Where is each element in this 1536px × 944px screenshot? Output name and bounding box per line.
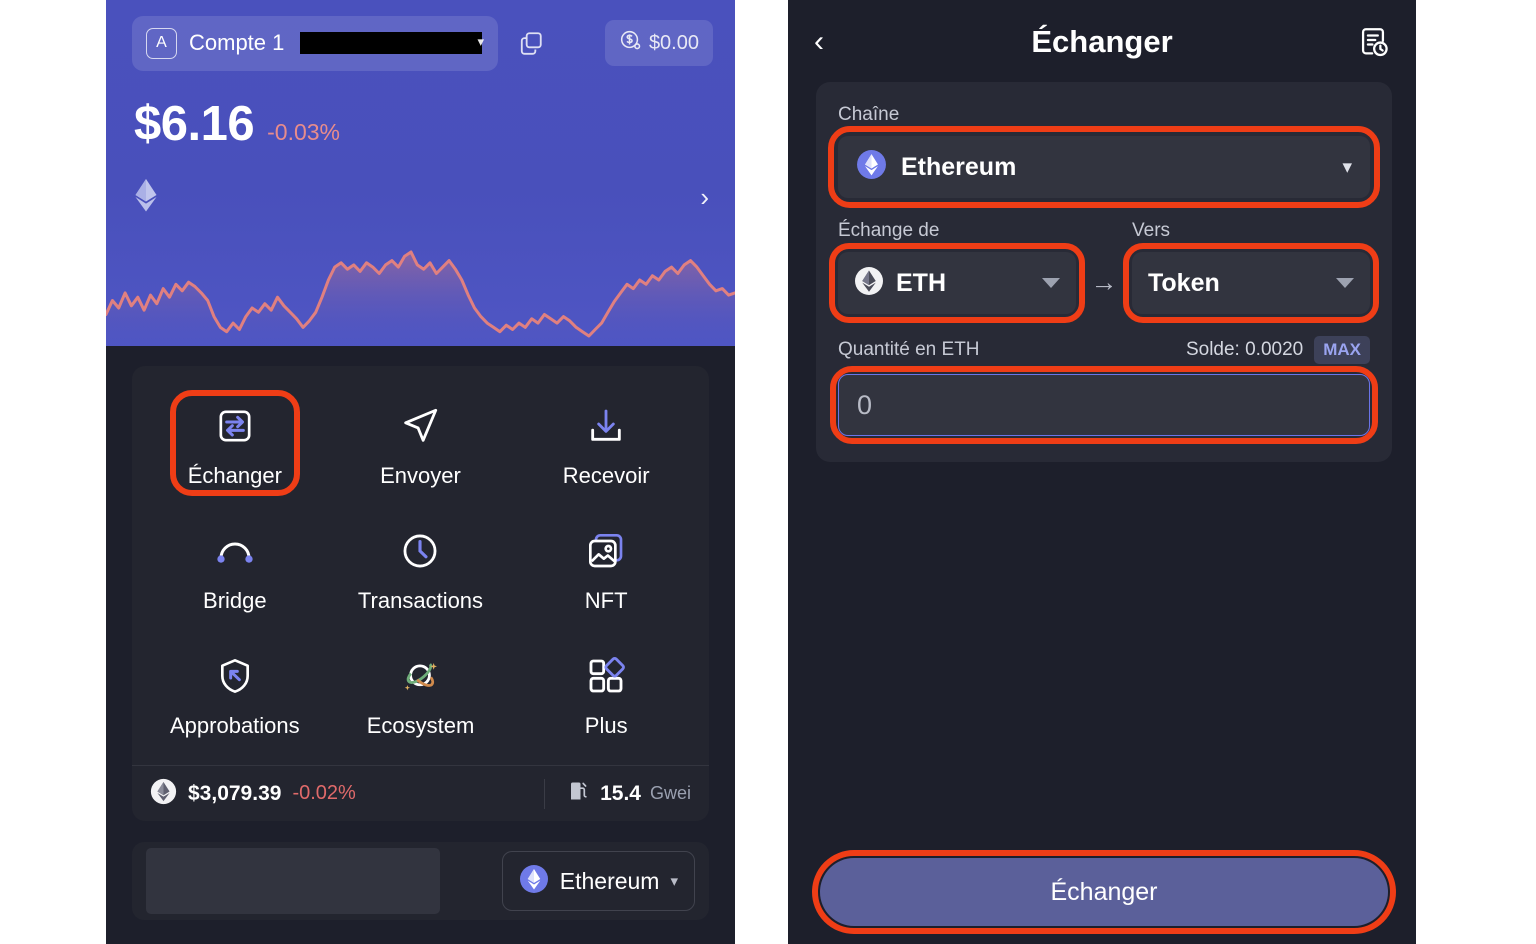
action-label: Échanger — [187, 463, 282, 488]
quantity-input-wrap: 0 — [830, 366, 1378, 444]
max-button[interactable]: MAX — [1314, 336, 1370, 364]
action-label: Approbations — [170, 713, 300, 738]
grid-plus-icon — [586, 654, 626, 698]
action-transactions[interactable]: Transactions — [328, 521, 514, 622]
account-selector[interactable]: A Compte 1 ▾ — [132, 15, 498, 71]
swap-screen: ‹ Échanger Chaîne Ethereum ▾ Échange de … — [788, 0, 1416, 944]
screenshot-stage: A Compte 1 ▾ $0.00 $6.16 -0.03% › Échang… — [0, 0, 1536, 944]
network-name: Ethereum — [559, 867, 660, 894]
quantity-label: Quantité en ETH — [838, 339, 980, 360]
action-label: Recevoir — [562, 463, 650, 488]
ethereum-circle-icon — [150, 778, 177, 810]
action-nft[interactable]: NFT — [513, 521, 699, 622]
network-footer: Ethereum ▾ — [132, 842, 709, 920]
action-send[interactable]: Envoyer — [328, 396, 514, 497]
action-label: Ecosystem — [366, 713, 475, 738]
to-token-value: Token — [1148, 268, 1220, 297]
swap-to-group: Vers Token — [1123, 220, 1379, 323]
swap-cta-wrap: Échanger — [812, 850, 1396, 934]
ethereum-circle-icon — [856, 149, 887, 185]
transaction-history-icon[interactable] — [1356, 25, 1390, 59]
from-label: Échange de — [838, 220, 940, 241]
balance-amount: $6.16 — [134, 97, 255, 151]
caret-down-icon — [1042, 278, 1060, 288]
swap-pair-row: Échange de ETH → Vers Token — [829, 220, 1379, 323]
fiat-balance-value: $0.00 — [648, 31, 699, 54]
gas-unit: Gwei — [649, 783, 691, 803]
action-label: Plus — [584, 713, 628, 738]
network-selector[interactable]: Ethereum ▾ — [501, 851, 695, 911]
action-bridge[interactable]: Bridge — [142, 521, 328, 622]
actions-card: Échanger Envoyer Recevoir Bridge Transac… — [132, 366, 709, 821]
chain-value: Ethereum — [901, 152, 1017, 181]
action-label: Bridge — [203, 588, 267, 613]
page-title: Échanger — [1031, 24, 1173, 59]
send-icon — [399, 404, 441, 448]
action-label: NFT — [584, 588, 628, 613]
quantity-header: Quantité en ETH Solde: 0.0020 MAX — [838, 336, 1370, 364]
dollar-percent-icon — [619, 29, 642, 58]
action-more[interactable]: Plus — [513, 646, 699, 747]
footer-placeholder — [146, 848, 440, 914]
account-address-redacted — [300, 32, 482, 54]
from-token-selector[interactable]: ETH — [829, 243, 1085, 323]
chevron-left-icon[interactable]: ‹ — [814, 27, 824, 57]
eth-price-change: -0.02% — [292, 782, 356, 804]
copy-icon[interactable] — [518, 30, 544, 56]
quantity-balance-group: Solde: 0.0020 MAX — [1186, 336, 1370, 364]
chevron-right-icon[interactable]: › — [700, 182, 709, 213]
balance-sparkline — [106, 250, 735, 346]
ethereum-diamond-icon — [134, 178, 158, 217]
caret-down-icon — [1336, 278, 1354, 288]
chain-selector[interactable]: Ethereum ▾ — [828, 126, 1380, 208]
wallet-topbar: A Compte 1 ▾ $0.00 — [132, 14, 713, 72]
gas-value: 15.4 — [600, 781, 641, 805]
gas-block[interactable]: 15.4 Gwei — [544, 778, 691, 809]
eth-price-block[interactable]: $3,079.39 -0.02% — [150, 778, 356, 810]
bridge-icon — [214, 529, 256, 573]
eth-price: $3,079.39 — [188, 781, 282, 805]
wallet-hero: A Compte 1 ▾ $0.00 $6.16 -0.03% › — [106, 0, 735, 346]
image-icon — [586, 529, 626, 573]
planet-icon — [399, 654, 441, 698]
action-approvals[interactable]: Approbations — [142, 646, 328, 747]
chevron-down-icon: ▾ — [1342, 156, 1352, 178]
to-token-selector[interactable]: Token — [1123, 243, 1379, 323]
action-swap[interactable]: Échanger — [142, 390, 328, 497]
chain-label: Chaîne — [838, 104, 900, 125]
receive-icon — [586, 404, 626, 448]
shield-icon — [215, 654, 255, 698]
ethereum-circle-icon — [854, 266, 884, 301]
clock-icon — [399, 529, 441, 573]
action-label: Transactions — [357, 588, 484, 613]
chevron-down-icon: ▾ — [477, 33, 484, 49]
swap-submit-button[interactable]: Échanger — [820, 858, 1388, 926]
gas-pump-icon — [567, 779, 591, 808]
swap-icon — [215, 404, 255, 448]
swap-header: ‹ Échanger — [788, 0, 1416, 84]
balance-change: -0.03% — [267, 119, 340, 145]
swap-from-group: Échange de ETH — [829, 220, 1085, 323]
price-gas-bar: $3,079.39 -0.02% 15.4 Gwei — [132, 765, 709, 821]
quantity-input[interactable]: 0 — [838, 374, 1370, 436]
avatar-letter: A — [156, 34, 167, 51]
wallet-home-screen: A Compte 1 ▾ $0.00 $6.16 -0.03% › Échang… — [106, 0, 735, 944]
balance-block: $6.16 -0.03% — [134, 96, 340, 152]
action-ecosystem[interactable]: Ecosystem — [328, 646, 514, 747]
to-label: Vers — [1132, 220, 1171, 241]
ethereum-circle-icon — [519, 864, 549, 899]
account-name: Compte 1 — [189, 30, 285, 55]
avatar: A — [146, 27, 177, 59]
actions-grid: Échanger Envoyer Recevoir Bridge Transac… — [132, 388, 709, 765]
action-receive[interactable]: Recevoir — [513, 396, 699, 497]
hero-token-row[interactable]: › — [134, 172, 709, 222]
arrow-right-icon: → — [1090, 267, 1118, 297]
action-label: Envoyer — [380, 463, 461, 488]
from-token-value: ETH — [896, 268, 946, 297]
balance-text: Solde: 0.0020 — [1185, 339, 1304, 360]
chevron-down-icon: ▾ — [670, 873, 678, 890]
swap-form-card: Chaîne Ethereum ▾ Échange de ETH → Vers … — [816, 82, 1392, 462]
fiat-balance-badge[interactable]: $0.00 — [604, 20, 713, 66]
